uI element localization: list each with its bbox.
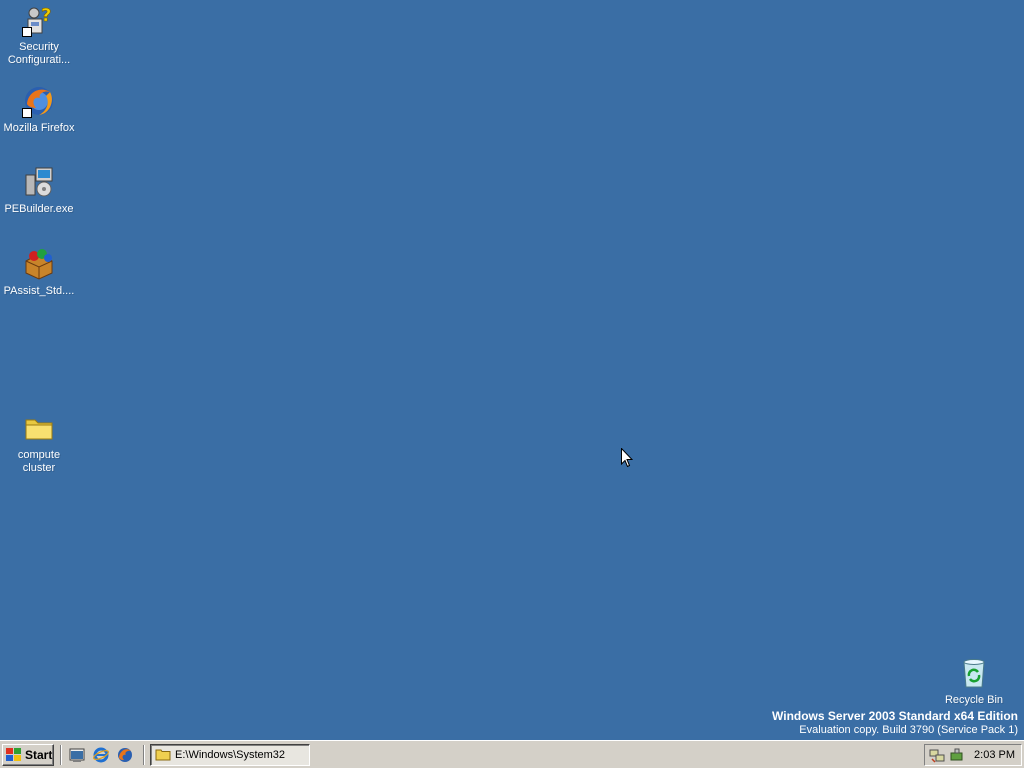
desktop-icon-passist[interactable]: PAssist_Std.... — [1, 247, 77, 298]
desktop-icon-label: Security Configurati... — [7, 41, 71, 66]
svg-text:?: ? — [41, 5, 51, 26]
desktop-icon-label: PAssist_Std.... — [3, 285, 75, 297]
start-button[interactable]: Start — [2, 744, 54, 766]
recycle-bin-icon — [957, 656, 991, 690]
taskbar-window-label: E:\Windows\System32 — [175, 749, 286, 761]
desktop-icon-label: compute cluster — [17, 449, 61, 474]
folder-icon — [22, 411, 56, 445]
desktop-icon-label: PEBuilder.exe — [4, 203, 74, 215]
desktop-icon-pebuilder[interactable]: PEBuilder.exe — [1, 165, 77, 216]
desktop-icon-mozilla-firefox[interactable]: Mozilla Firefox — [1, 84, 77, 135]
show-desktop-icon[interactable] — [68, 746, 86, 764]
safely-remove-hardware-icon[interactable] — [949, 747, 965, 763]
firefox-icon — [22, 84, 56, 118]
desktop-icon-compute-cluster[interactable]: compute cluster — [1, 411, 77, 475]
watermark-title: Windows Server 2003 Standard x64 Edition — [772, 709, 1018, 723]
taskbar: Start E:\Windows\System32 2:03 PM — [0, 740, 1024, 768]
watermark-subtitle: Evaluation copy. Build 3790 (Service Pac… — [799, 724, 1018, 736]
folder-icon — [155, 747, 171, 764]
firefox-icon[interactable] — [116, 746, 134, 764]
desktop-icon-security-configuration[interactable]: ? Security Configurati... — [1, 3, 77, 67]
network-icon[interactable] — [929, 747, 945, 763]
start-label: Start — [25, 748, 53, 762]
taskbar-separator — [60, 745, 62, 765]
taskbar-separator — [143, 745, 145, 765]
desktop-icon-label: Mozilla Firefox — [3, 122, 75, 134]
desktop[interactable]: ? Security Configurati... Mozilla Firefo… — [0, 0, 1024, 740]
clock[interactable]: 2:03 PM — [974, 749, 1015, 761]
internet-explorer-icon[interactable] — [92, 746, 110, 764]
desktop-icon-label: Recycle Bin — [944, 694, 1004, 706]
desktop-icon-recycle-bin[interactable]: Recycle Bin — [936, 656, 1012, 707]
system-tray: 2:03 PM — [924, 744, 1022, 766]
partition-assistant-icon — [22, 247, 56, 281]
os-version-watermark: Windows Server 2003 Standard x64 Edition… — [772, 709, 1018, 737]
pebuilder-icon — [22, 165, 56, 199]
security-configuration-icon: ? — [22, 3, 56, 37]
windows-logo-icon — [6, 748, 22, 762]
taskbar-window-button-system32[interactable]: E:\Windows\System32 — [150, 744, 310, 766]
mouse-cursor-icon — [621, 447, 634, 471]
